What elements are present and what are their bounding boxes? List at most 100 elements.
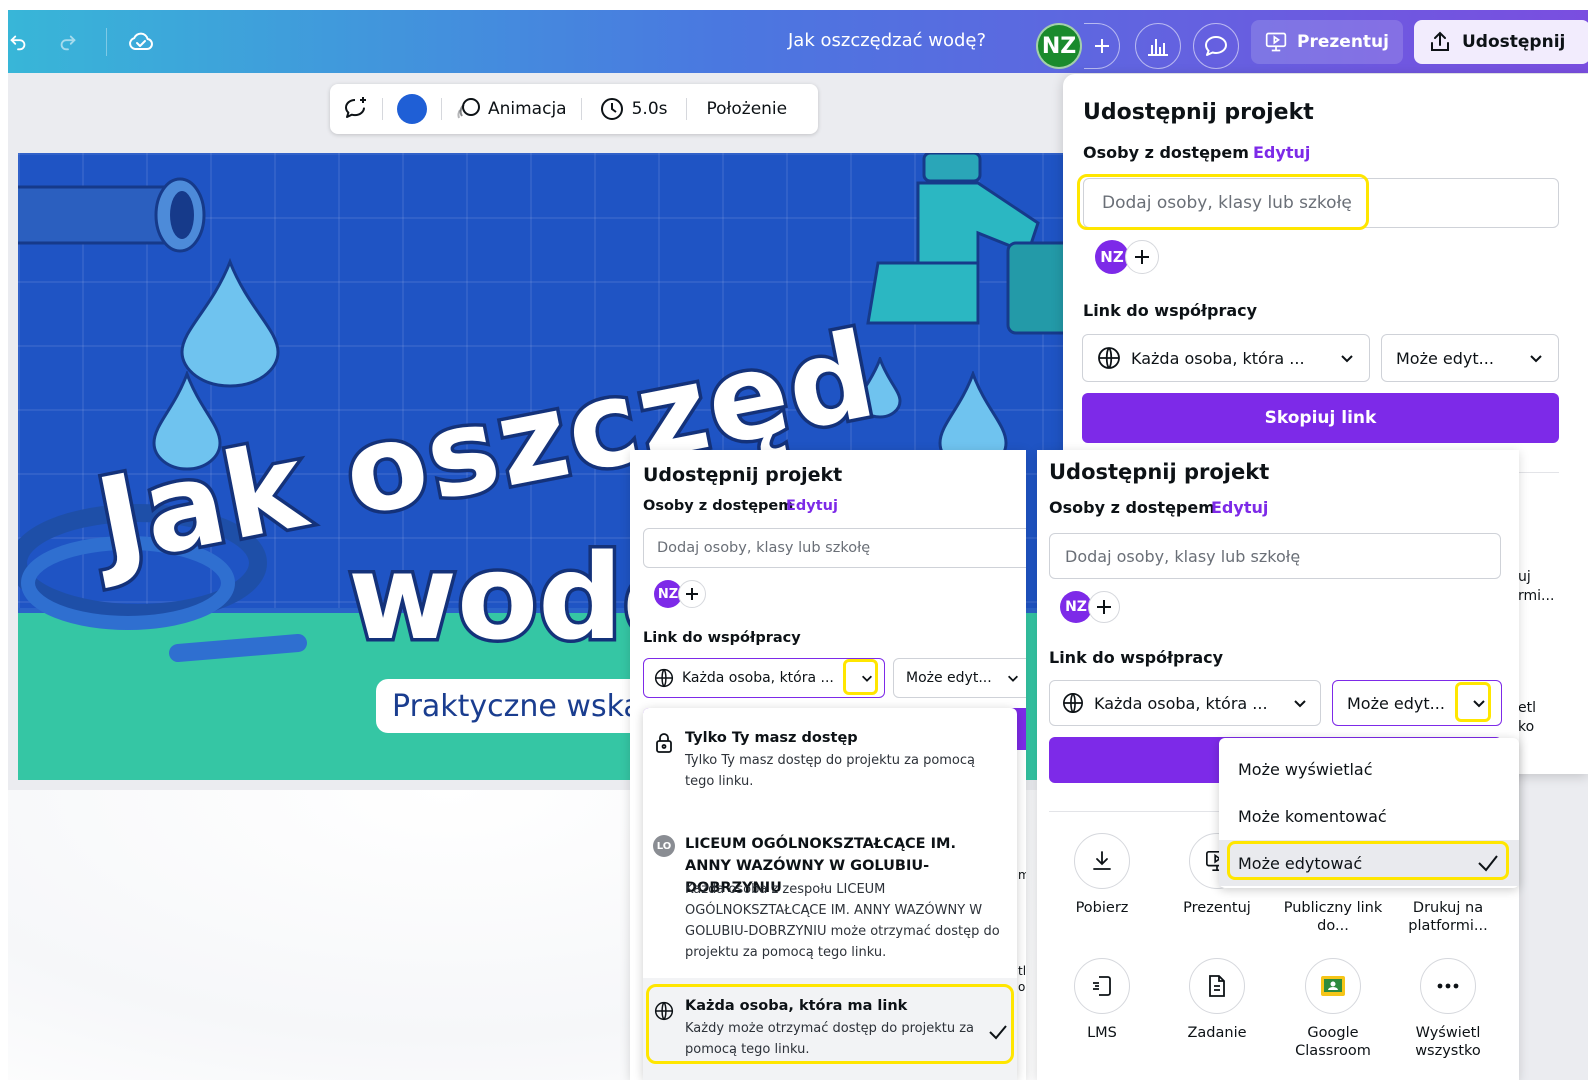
people-with-access-label: Osoby z dostępem (643, 498, 794, 514)
add-collaborator-icon[interactable] (678, 580, 706, 608)
redo-icon[interactable] (48, 22, 88, 62)
access-option-title: Tylko Ty masz dostęp (685, 730, 858, 746)
share-option-label: Wyświetl wszystko (1415, 1025, 1481, 1059)
share-option-assignment[interactable]: Zadanie (1162, 958, 1272, 1042)
duration-button[interactable]: 5.0s (582, 97, 686, 121)
share-panel-title: Udostępnij projekt (1049, 460, 1270, 484)
access-option-description: Każda osoba z zespołu LICEUM OGÓLNOKSZTA… (685, 882, 1000, 960)
edit-access-link[interactable]: Edytuj (1211, 498, 1268, 517)
edit-access-link[interactable]: Edytuj (1253, 143, 1310, 162)
cloud-saved-icon[interactable] (121, 22, 161, 62)
collab-link-label: Link do współpracy (1083, 301, 1258, 320)
link-access-value: Każda osoba, która ... (1094, 693, 1268, 713)
share-panel-title: Udostępnij projekt (643, 464, 843, 486)
permission-dropdown[interactable]: Może edyt... (893, 658, 1026, 698)
present-label: Prezentuj (1297, 32, 1389, 52)
link-access-dropdown[interactable]: Każda osoba, która ... (643, 658, 885, 698)
collab-link-label: Link do współpracy (643, 630, 801, 646)
share-button[interactable]: Udostępnij (1414, 20, 1588, 64)
animation-button[interactable]: Animacja (442, 96, 581, 122)
chevron-down-icon (1008, 675, 1018, 682)
lock-icon (653, 732, 675, 754)
download-icon (1074, 833, 1130, 889)
link-access-menu: Tylko Ty masz dostęp Tylko Ty masz dostę… (643, 708, 1017, 1080)
document-title[interactable]: Jak oszczędzać wodę? (788, 30, 986, 51)
share-icon (1431, 31, 1449, 51)
share-option-lms[interactable]: LMS (1047, 958, 1157, 1042)
insights-button[interactable] (1135, 23, 1181, 69)
globe-icon (1063, 693, 1083, 713)
share-option-label: LMS (1087, 1025, 1117, 1041)
link-access-dropdown[interactable]: Każda osoba, która ... (1082, 334, 1370, 382)
permission-option-comment[interactable]: Może komentować (1219, 793, 1519, 839)
chevron-down-icon (1530, 355, 1542, 363)
color-swatch (397, 94, 427, 124)
present-button[interactable]: Prezentuj (1251, 20, 1403, 64)
permission-option-edit[interactable]: Może edytować (1219, 840, 1519, 886)
share-option-download[interactable]: Pobierz (1047, 833, 1157, 917)
copy-link-button[interactable]: Skopiuj link (1082, 393, 1559, 443)
share-option-label: Zadanie (1187, 1025, 1247, 1041)
share-option-label-fragment: ko (1518, 719, 1535, 735)
access-option-description: Każdy może otrzymać dostęp do projektu z… (685, 1021, 975, 1057)
share-option-label: Publiczny link do... (1283, 900, 1383, 934)
add-collaborator-button[interactable] (1084, 23, 1120, 69)
assignment-icon (1189, 958, 1245, 1014)
add-collaborator-icon[interactable] (1088, 591, 1120, 623)
magic-comment-icon[interactable] (330, 96, 382, 122)
pipe-illustration (18, 177, 206, 253)
chevron-down-icon (1294, 700, 1306, 708)
access-option-school[interactable]: LO LICEUM OGÓLNOKSZTAŁCĄCE IM. ANNY WAZÓ… (643, 823, 1017, 978)
share-option-label-fragment: etl (1518, 700, 1536, 716)
globe-icon (654, 668, 674, 688)
share-option-label-fragment: rmi... (1518, 588, 1555, 604)
permission-dropdown[interactable]: Może edyt... (1332, 680, 1502, 726)
share-option-label-fragment: tl (1018, 964, 1026, 978)
access-option-anyone[interactable]: Każda osoba, która ma link Każdy może ot… (643, 978, 1017, 1080)
share-option-label-fragment: o (1018, 980, 1026, 994)
globe-icon (1098, 347, 1120, 369)
share-option-google-classroom[interactable]: Google Classroom (1278, 958, 1388, 1060)
share-option-label: Drukuj na platformi... (1408, 900, 1488, 934)
add-collaborator-icon[interactable] (1125, 240, 1159, 274)
people-with-access-label: Osoby z dostępem (1083, 143, 1249, 162)
permission-menu: Może wyświetlać Może komentować Może edy… (1219, 738, 1519, 888)
link-access-value: Każda osoba, która ... (1131, 348, 1305, 368)
share-label: Udostępnij (1462, 32, 1566, 52)
top-bar: Jak oszczędzać wodę? NZ Prezentuj Udostę… (8, 10, 1588, 73)
clock-icon (600, 98, 623, 120)
chevron-down-icon (862, 675, 872, 682)
animation-icon (457, 98, 480, 119)
lms-icon (1074, 958, 1130, 1014)
access-option-only-you[interactable]: Tylko Ty masz dostęp Tylko Ty masz dostę… (643, 708, 1017, 823)
share-option-see-all[interactable]: Wyświetl wszystko (1393, 958, 1503, 1060)
link-access-dropdown[interactable]: Każda osoba, która ... (1049, 680, 1321, 726)
share-option-label-fragment: uj (1518, 569, 1531, 585)
link-access-value: Każda osoba, która ... (682, 670, 834, 686)
undo-icon[interactable] (0, 22, 38, 62)
google-classroom-icon (1305, 958, 1361, 1014)
color-picker[interactable] (383, 94, 441, 124)
globe-icon (653, 1000, 675, 1022)
share-panel-title: Udostępnij projekt (1083, 100, 1314, 125)
position-button[interactable]: Położenie (687, 99, 808, 119)
duration-label: 5.0s (631, 99, 668, 119)
present-icon (1265, 32, 1287, 52)
comments-button[interactable] (1193, 23, 1239, 69)
faucet-illustration (866, 153, 1068, 335)
add-people-input[interactable]: Dodaj osoby, klasy lub szkołę (643, 528, 1026, 568)
add-people-input[interactable]: Dodaj osoby, klasy lub szkołę (1049, 533, 1501, 579)
access-option-title: Każda osoba, która ma link (685, 998, 908, 1014)
collaborator-avatar[interactable]: NZ (1095, 240, 1129, 274)
share-option-label: Prezentuj (1183, 900, 1251, 916)
chevron-down-icon (1341, 355, 1353, 363)
add-people-input[interactable]: Dodaj osoby, klasy lub szkołę (1083, 178, 1559, 228)
user-avatar[interactable]: NZ (1036, 23, 1082, 69)
share-option-label-fragment: m (1018, 868, 1026, 882)
people-with-access-label: Osoby z dostępem (1049, 498, 1215, 517)
check-icon (989, 1025, 1007, 1040)
permission-dropdown[interactable]: Może edyt... (1381, 334, 1559, 382)
position-label: Położenie (706, 99, 788, 119)
permission-option-view[interactable]: Może wyświetlać (1219, 746, 1519, 792)
edit-access-link[interactable]: Edytuj (786, 498, 838, 514)
